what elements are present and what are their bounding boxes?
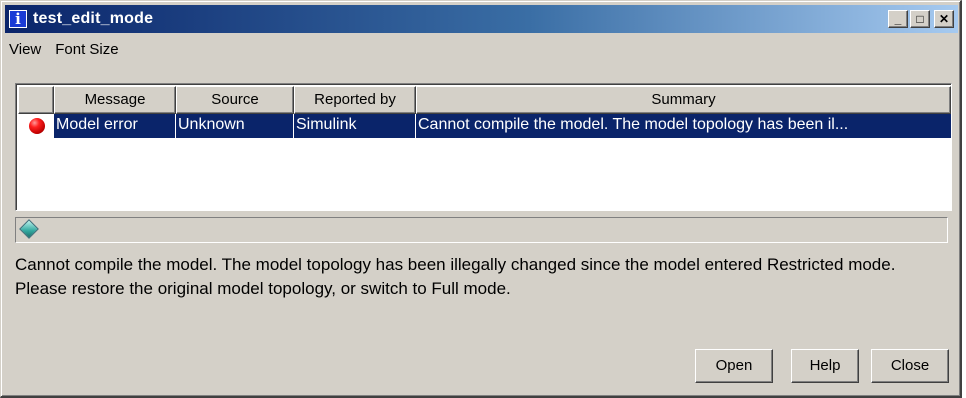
menu-bar: View Font Size [5, 37, 958, 61]
column-header-reported-by[interactable]: Reported by [294, 86, 416, 114]
minimize-button[interactable]: _ [888, 10, 908, 28]
maximize-button[interactable]: □ [910, 10, 930, 28]
maximize-icon: □ [916, 12, 924, 26]
red-error-dot-icon [29, 118, 45, 134]
window-controls: _ □ ✕ [888, 10, 954, 28]
menu-font-size[interactable]: Font Size [48, 41, 125, 58]
window-title: test_edit_mode [33, 10, 154, 27]
menu-view[interactable]: View [5, 41, 48, 58]
cell-source: Unknown [176, 114, 294, 138]
table-row[interactable]: Model error Unknown Simulink Cannot comp… [18, 114, 951, 138]
open-button[interactable]: Open [695, 349, 773, 383]
table-header: Message Source Reported by Summary [18, 86, 951, 114]
column-header-source[interactable]: Source [176, 86, 294, 114]
diamond-icon [19, 219, 39, 239]
detail-message: Cannot compile the model. The model topo… [15, 255, 896, 298]
help-button[interactable]: Help [791, 349, 859, 383]
cell-message: Model error [54, 114, 176, 138]
cell-summary: Cannot compile the model. The model topo… [416, 114, 951, 138]
column-header-message[interactable]: Message [54, 86, 176, 114]
status-cell [18, 114, 54, 138]
close-button[interactable]: Close [871, 349, 949, 383]
close-window-button[interactable]: ✕ [934, 10, 954, 28]
dialog-window: i test_edit_mode _ □ ✕ View Font Size Me… [0, 0, 962, 398]
cell-reported-by: Simulink [294, 114, 416, 138]
title-bar[interactable]: i test_edit_mode _ □ ✕ [5, 5, 958, 33]
diagnostics-table: Message Source Reported by Summary Model… [15, 83, 952, 211]
close-icon: ✕ [938, 12, 950, 26]
minimize-icon: _ [894, 12, 902, 26]
column-header-status[interactable] [18, 86, 54, 114]
column-header-summary[interactable]: Summary [416, 86, 951, 114]
info-icon: i [9, 10, 27, 28]
detail-header-bar [15, 217, 948, 243]
